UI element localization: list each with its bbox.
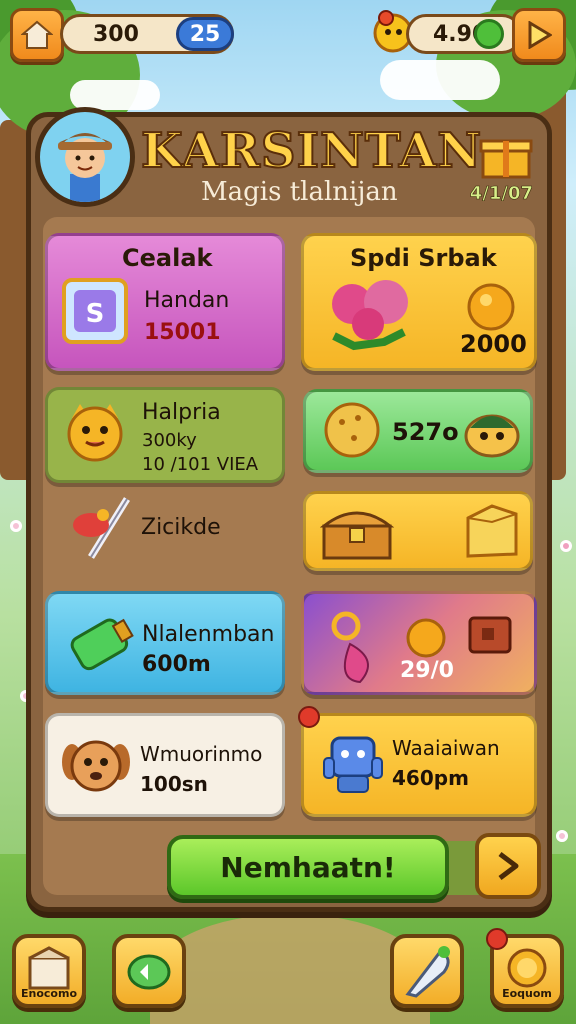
gold-coin-icon <box>404 614 448 658</box>
card-value: 600m <box>142 652 211 677</box>
cloud <box>70 80 160 110</box>
coins-value: 300 <box>93 22 139 47</box>
berries-icon <box>324 276 414 356</box>
shop-card[interactable]: 29/0 <box>301 591 537 695</box>
shop-card[interactable]: 527o <box>303 389 533 473</box>
card-label: Waaiaiwan <box>392 736 500 760</box>
shop-box-icon <box>28 946 70 990</box>
cookie-icon <box>322 400 382 460</box>
gems-pill: 4.90 <box>406 14 522 54</box>
shop-card[interactable]: Wmuorinmo 100sn <box>45 713 285 817</box>
green-arrow-icon <box>127 954 171 990</box>
confirm-button[interactable]: Nemhaatn! <box>167 835 449 899</box>
green-gem-icon <box>474 19 504 49</box>
card-value: 2000 <box>460 330 527 358</box>
flower <box>560 540 572 552</box>
shop-card[interactable]: Nlalenmban 600m <box>45 591 285 695</box>
card-title: Spdi Srbak <box>350 244 497 272</box>
block-icon <box>464 608 520 658</box>
home-button[interactable] <box>10 8 64 62</box>
next-arrow-icon <box>498 852 519 880</box>
card-label: Halpria <box>142 400 221 425</box>
card-label: Handan <box>144 288 230 313</box>
card-label: Zicikde <box>141 515 221 540</box>
shop-card[interactable] <box>303 491 533 571</box>
cloud <box>380 60 500 100</box>
blue-robot-icon <box>320 728 386 800</box>
page-subtitle: Magis tlalnijan <box>201 177 398 207</box>
flower <box>10 520 22 532</box>
magic-orb-icon <box>320 604 390 688</box>
card-line: 10 /101 VIEA <box>142 454 259 475</box>
shop-card[interactable]: Cealak S Handan 15001 <box>45 233 285 371</box>
green-bottle-icon <box>56 602 140 686</box>
player-avatar-icon[interactable] <box>35 107 135 207</box>
puppy-icon <box>58 728 134 806</box>
card-label: Wmuorinmo <box>140 742 263 766</box>
feather-pen-icon <box>405 946 450 998</box>
shop-card[interactable]: Waaiaiwan 460pm <box>298 706 537 817</box>
cat-face-icon <box>62 398 128 464</box>
shop-card[interactable]: Halpria 300ky 10 /101 VIEA <box>45 387 285 483</box>
gift-count: 4/1/07 <box>469 183 533 205</box>
gold-coin-icon <box>466 282 516 332</box>
shop-card[interactable]: Spdi Srbak 2000 <box>301 233 537 371</box>
page-title: KARSINTAN <box>140 122 483 180</box>
card-title: Cealak <box>122 244 213 272</box>
cheese-block-icon <box>462 500 522 562</box>
next-button[interactable] <box>475 833 541 899</box>
play-arrow-icon <box>528 21 552 49</box>
card-value: 527o <box>392 418 459 446</box>
card-value: 100sn <box>140 772 208 796</box>
flower <box>556 830 568 842</box>
rewards-button[interactable]: Eoquom <box>486 928 564 1008</box>
treasure-chest-icon <box>319 500 395 562</box>
craft-button[interactable] <box>390 934 464 1008</box>
shop-card[interactable]: Zicikde <box>45 491 285 575</box>
sale-badge-icon <box>298 706 320 728</box>
card-value: 15001 <box>144 320 221 345</box>
sword-icon <box>61 491 141 565</box>
shop-button[interactable]: Enocomo <box>12 934 86 1008</box>
magic-card-icon: S <box>58 274 132 348</box>
gift-box-icon[interactable] <box>479 131 533 179</box>
top-bar: 300 25 4.90 <box>10 8 566 62</box>
rewards-label: Eoquom <box>502 987 552 1000</box>
quest-button[interactable] <box>112 934 186 1008</box>
svg-text:S: S <box>86 299 105 329</box>
level-badge: 25 <box>176 17 234 51</box>
card-value: 460pm <box>392 766 469 790</box>
card-label: Nlalenmban <box>142 622 275 647</box>
card-value: 29/0 <box>400 658 454 683</box>
house-icon <box>21 20 53 49</box>
gold-medal-icon <box>507 948 547 988</box>
card-line: 300ky <box>142 430 197 451</box>
shop-panel: KARSINTAN Magis tlalnijan 4/1/07 Cealak … <box>26 107 552 912</box>
play-button[interactable] <box>512 8 566 62</box>
shop-label: Enocomo <box>21 987 77 1000</box>
frog-icon <box>462 404 522 460</box>
